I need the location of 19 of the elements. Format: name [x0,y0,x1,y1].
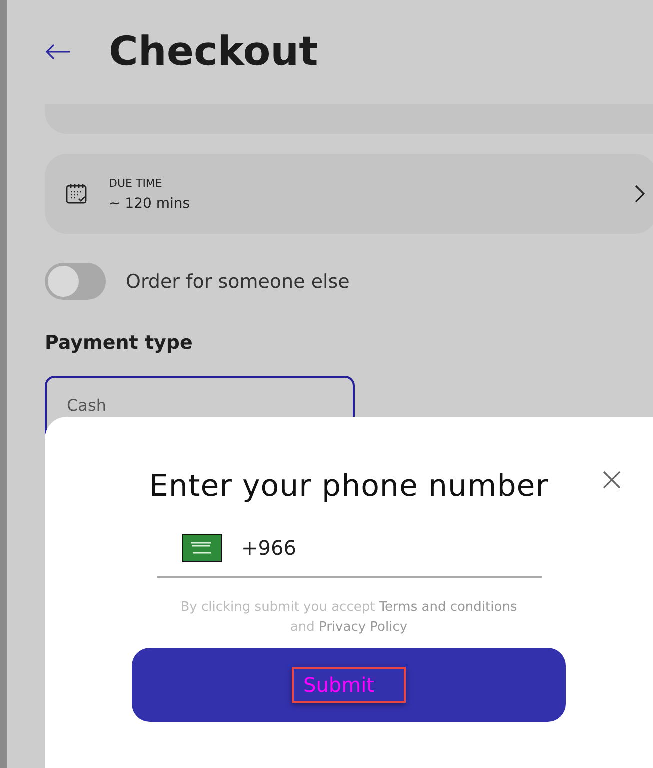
chevron-right-icon [635,185,645,203]
due-time-value: ~ 120 mins [109,196,192,212]
toggle-label: Order for someone else [126,270,350,292]
close-icon[interactable] [603,471,621,489]
calendar-icon [65,182,89,206]
terms-link[interactable]: Terms and conditions [379,600,518,615]
flag-icon [182,534,222,562]
due-time-label: DUE TIME [109,176,164,190]
back-arrow-icon[interactable] [45,44,71,60]
payment-type-heading: Payment type [45,332,193,354]
toggle-switch[interactable] [45,263,106,300]
page-title: Checkout [109,29,318,75]
phone-input-field[interactable]: +966 [156,534,542,578]
due-time-row[interactable]: DUE TIME ~ 120 mins [45,154,653,234]
privacy-link[interactable]: Privacy Policy [318,620,408,635]
dialog-title: Enter your phone number [149,469,549,504]
submit-button[interactable]: Submit [132,648,566,722]
terms-notice: By clicking submit you accept Terms and conditions and Privacy Policy [180,599,518,637]
country-code: +966 [242,536,296,560]
